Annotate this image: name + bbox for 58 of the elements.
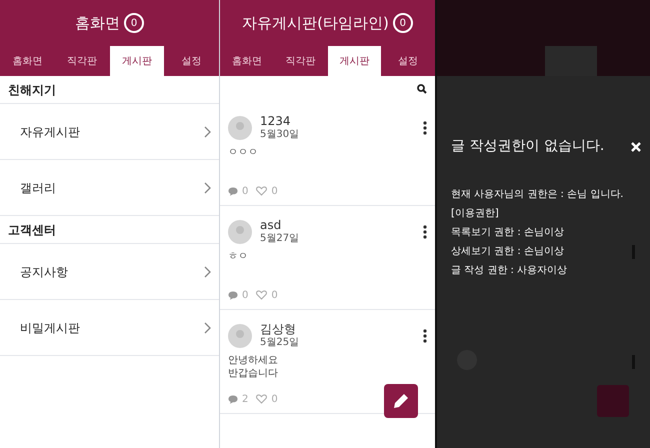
tab[interactable]: 홈화면 — [0, 46, 55, 76]
menu-item[interactable]: 비밀게시판 — [0, 300, 219, 356]
comment-icon[interactable] — [228, 394, 238, 404]
dialog-message: 현재 사용자님의 권한은 : 손님 입니다. — [451, 188, 624, 202]
pencil-icon — [391, 391, 411, 411]
post-date: 5월27일 — [260, 233, 300, 246]
header-title: 자유게시판(타임라인) — [242, 12, 389, 34]
avatar-icon — [228, 220, 252, 244]
chat-badge[interactable]: 0 — [392, 13, 413, 33]
comment-count: 0 — [242, 288, 248, 302]
tab[interactable]: 게시판 — [110, 46, 164, 76]
post-date: 5월25일 — [260, 337, 300, 350]
menu-item[interactable]: 공지사항 — [0, 244, 219, 300]
permission-line: 목록보기 권한 : 손님이상 — [451, 226, 565, 240]
chevron-right-icon — [204, 322, 211, 334]
comment-icon[interactable] — [228, 290, 238, 300]
permission-line: 상세보기 권한 : 손님이상 — [451, 245, 565, 259]
more-icon[interactable] — [423, 224, 427, 239]
section-heading: 친해지기 — [8, 82, 56, 98]
like-count: 0 — [271, 392, 278, 406]
tab[interactable]: 직각판 — [274, 46, 328, 76]
write-button[interactable] — [384, 384, 418, 418]
more-icon[interactable] — [423, 328, 427, 343]
chevron-right-icon — [204, 182, 211, 194]
menu-item[interactable]: 자유게시판 — [0, 104, 219, 160]
chevron-right-icon — [204, 126, 211, 138]
like-count: 0 — [271, 184, 278, 198]
chevron-right-icon — [204, 266, 211, 278]
tab[interactable]: 설정 — [164, 46, 219, 76]
tab[interactable]: 게시판 — [328, 46, 382, 76]
post-date: 5월30일 — [260, 129, 300, 142]
avatar-icon — [228, 324, 252, 348]
menu-item[interactable]: 갤러리 — [0, 160, 219, 216]
close-button[interactable] — [631, 142, 641, 152]
chat-badge[interactable]: 0 — [124, 13, 144, 33]
post-text: ㅇㅇㅇ — [228, 146, 259, 158]
post-text: ㅎㅇ — [228, 250, 249, 262]
comment-count: 2 — [242, 392, 248, 406]
post-author: 김상형 — [260, 322, 297, 337]
post-author: asd — [260, 218, 282, 233]
more-icon[interactable] — [423, 120, 427, 135]
tab[interactable]: 설정 — [381, 46, 435, 76]
post-author: 1234 — [260, 114, 292, 129]
dialog-title: 글 작성권한이 없습니다. — [451, 137, 604, 156]
permission-line: 글 작성 권한 : 사용자이상 — [451, 264, 568, 278]
close-icon — [631, 142, 641, 152]
search-icon[interactable] — [417, 84, 427, 94]
post-text: 반갑습니다 — [228, 366, 279, 380]
post-text: 안녕하세요 — [228, 354, 279, 366]
permission-line: [이용권한] — [451, 207, 500, 221]
avatar-icon — [228, 116, 252, 140]
comment-icon[interactable] — [228, 186, 238, 196]
comment-count: 0 — [242, 184, 248, 198]
like-count: 0 — [271, 288, 278, 302]
section-heading: 고객센터 — [8, 222, 56, 238]
tab[interactable]: 직각판 — [54, 46, 110, 76]
tab[interactable]: 홈화면 — [220, 46, 274, 76]
header-title: 홈화면 — [75, 12, 120, 34]
